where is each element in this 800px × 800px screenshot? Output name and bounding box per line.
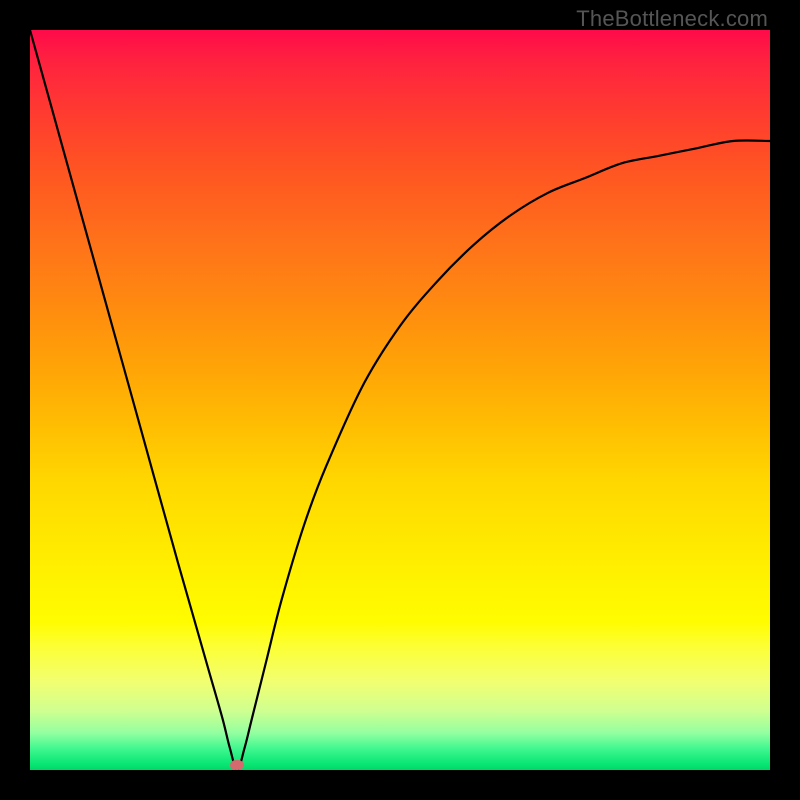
watermark-text: TheBottleneck.com: [576, 6, 768, 32]
chart-frame: TheBottleneck.com: [0, 0, 800, 800]
bottleneck-curve: [30, 30, 770, 770]
plot-area: [30, 30, 770, 770]
minimum-marker: [230, 760, 244, 770]
curve-path: [30, 30, 770, 770]
